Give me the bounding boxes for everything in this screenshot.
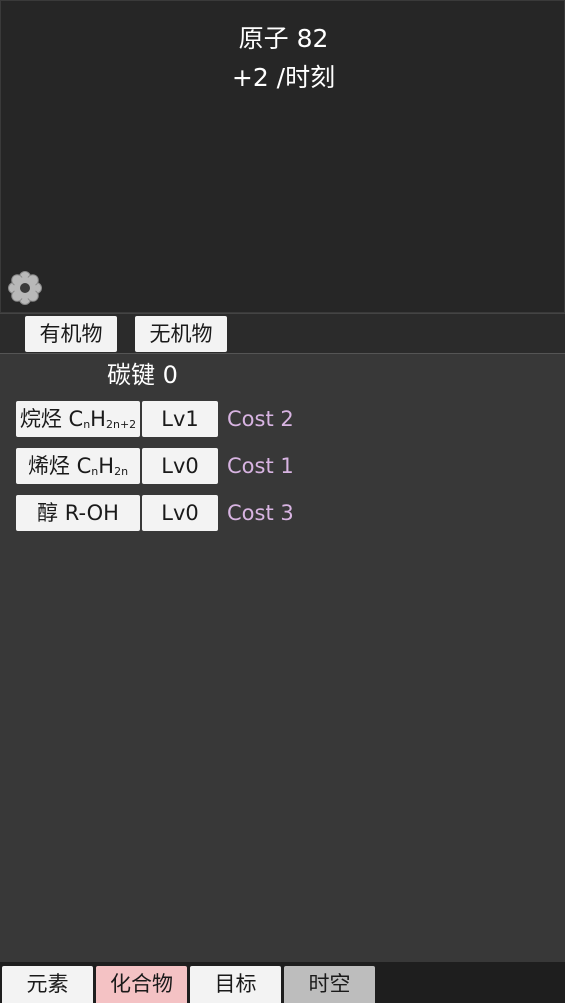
compounds-panel: 碳键 0 烷烃 CnH2n+2 Lv1 Cost 2 烯烃 CnH2n Lv0 … [0,354,565,962]
bonds-label: 碳键 [107,361,156,389]
level-button[interactable]: Lv0 [142,448,218,484]
tab-spacetime[interactable]: 时空 [284,966,375,1003]
tab-elements[interactable]: 元素 [2,966,93,1003]
compound-button-alkane[interactable]: 烷烃 CnH2n+2 [16,401,140,437]
bonds-value: 0 [162,361,178,389]
compound-formula: CnH2n+2 [68,407,137,431]
gear-icon[interactable] [6,269,44,307]
cost-label: Cost 2 [227,407,294,431]
cost-label: Cost 1 [227,454,294,478]
level-button[interactable]: Lv0 [142,495,218,531]
tab-inorganic[interactable]: 无机物 [135,316,227,352]
compound-formula: R-OH [64,501,119,525]
atom-rate: +2 /时刻 [231,63,336,92]
atoms-counter: 原子 82 [1,23,565,55]
cost-label: Cost 3 [227,501,294,525]
level-button[interactable]: Lv1 [142,401,218,437]
tab-organic[interactable]: 有机物 [25,316,117,352]
compound-formula: CnH2n [76,454,129,478]
compound-button-alkene[interactable]: 烯烃 CnH2n [16,448,140,484]
compound-button-alcohol[interactable]: 醇 R-OH [16,495,140,531]
atoms-value: 82 [296,24,329,53]
tab-goals[interactable]: 目标 [190,966,281,1003]
atoms-label: 原子 [238,24,289,53]
compound-row: 烯烃 CnH2n Lv0 Cost 1 [16,448,556,486]
compound-row: 醇 R-OH Lv0 Cost 3 [16,495,556,533]
resource-panel: 原子 82 +2 /时刻 [0,0,565,313]
compound-row: 烷烃 CnH2n+2 Lv1 Cost 2 [16,401,556,439]
tab-compounds[interactable]: 化合物 [96,966,187,1003]
carbon-bond-counter: 碳键 0 [0,360,285,390]
bottom-nav: 元素 化合物 目标 时空 [0,962,565,1003]
category-tabs: 有机物 无机物 [0,313,565,354]
